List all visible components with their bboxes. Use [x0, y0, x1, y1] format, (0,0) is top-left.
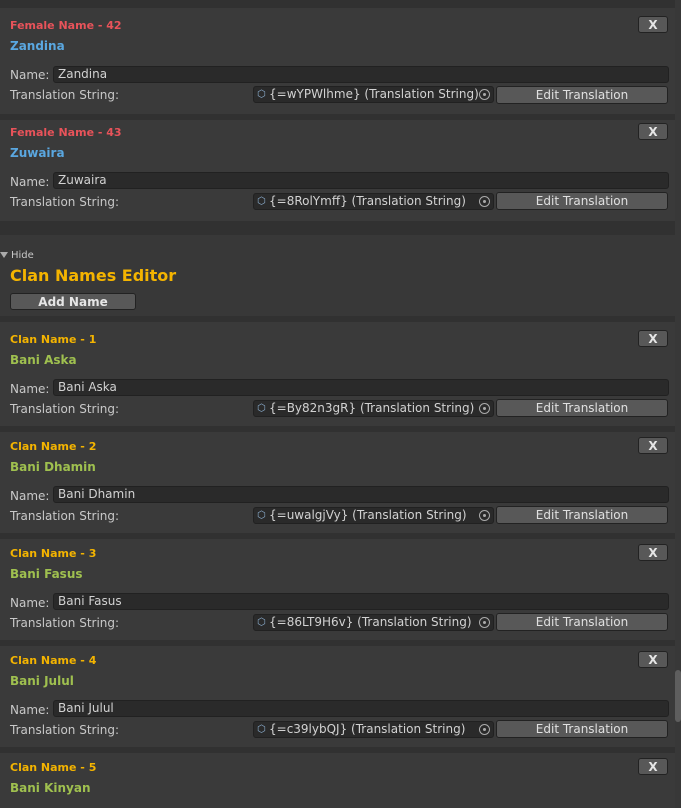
translation-string-field[interactable]: ⬡ {=By82n3gR} (Translation String) — [253, 400, 494, 417]
asset-icon: ⬡ — [257, 617, 266, 628]
name-label: Name: — [10, 175, 50, 189]
edit-translation-button[interactable]: Edit Translation — [496, 86, 668, 104]
translation-string-value: {=86LT9H6v} (Translation String) — [269, 615, 472, 629]
asset-icon: ⬡ — [257, 403, 266, 414]
translation-string-field[interactable]: ⬡ {=c39lybQJ} (Translation String) — [253, 721, 494, 738]
translation-string-value: {=uwalgjVy} (Translation String) — [269, 508, 467, 522]
female-name-entry: Female Name - 42 Zandina X Name: Zandina… — [0, 8, 675, 114]
entry-display-name: Zandina — [10, 39, 65, 53]
add-name-button[interactable]: Add Name — [10, 293, 136, 310]
edit-translation-button[interactable]: Edit Translation — [496, 613, 668, 631]
entry-header: Clan Name - 5 — [10, 761, 97, 774]
edit-translation-button[interactable]: Edit Translation — [496, 506, 668, 524]
clan-name-entry: Clan Name - 4 Bani Julul X Name: Bani Ju… — [0, 646, 675, 747]
name-field[interactable]: Zandina — [53, 66, 669, 83]
editor-panel: Female Name - 42 Zandina X Name: Zandina… — [0, 0, 681, 808]
vertical-scrollbar[interactable] — [675, 670, 681, 722]
name-field[interactable]: Zuwaira — [53, 172, 669, 189]
edit-translation-button[interactable]: Edit Translation — [496, 399, 668, 417]
female-name-entry: Female Name - 43 Zuwaira X Name: Zuwaira… — [0, 120, 675, 221]
translation-string-label: Translation String: — [10, 88, 120, 102]
entry-header: Clan Name - 3 — [10, 547, 97, 560]
entry-display-name: Zuwaira — [10, 146, 65, 160]
entry-display-name: Bani Fasus — [10, 567, 83, 581]
name-label: Name: — [10, 68, 50, 82]
translation-string-field[interactable]: ⬡ {=uwalgjVy} (Translation String) — [253, 507, 494, 524]
hide-foldout[interactable]: Hide — [0, 250, 34, 261]
entry-header: Clan Name - 4 — [10, 654, 97, 667]
asset-icon: ⬡ — [257, 510, 266, 521]
translation-string-value: {=wYPWlhme} (Translation String) — [269, 87, 479, 101]
translation-string-value: {=c39lybQJ} (Translation String) — [269, 722, 466, 736]
object-picker-icon[interactable] — [479, 403, 490, 414]
name-field[interactable]: Bani Fasus — [53, 593, 669, 610]
name-label: Name: — [10, 489, 50, 503]
clan-name-entry: Clan Name - 3 Bani Fasus X Name: Bani Fa… — [0, 539, 675, 640]
section-title: Clan Names Editor — [10, 266, 177, 285]
entry-display-name: Bani Aska — [10, 353, 77, 367]
translation-string-value: {=8RolYmff} (Translation String) — [269, 194, 466, 208]
name-label: Name: — [10, 596, 50, 610]
translation-string-field[interactable]: ⬡ {=86LT9H6v} (Translation String) — [253, 614, 494, 631]
translation-string-field[interactable]: ⬡ {=wYPWlhme} (Translation String) — [253, 86, 494, 103]
entry-header: Female Name - 42 — [10, 19, 122, 32]
hide-label: Hide — [11, 250, 34, 261]
translation-string-label: Translation String: — [10, 402, 120, 416]
name-label: Name: — [10, 382, 50, 396]
clan-name-entry: Clan Name - 1 Bani Aska X Name: Bani Ask… — [0, 322, 675, 426]
edit-translation-button[interactable]: Edit Translation — [496, 192, 668, 210]
remove-entry-button[interactable]: X — [638, 544, 668, 561]
translation-string-value: {=By82n3gR} (Translation String) — [269, 401, 475, 415]
name-label: Name: — [10, 703, 50, 717]
translation-string-label: Translation String: — [10, 509, 120, 523]
edit-translation-button[interactable]: Edit Translation — [496, 720, 668, 738]
remove-entry-button[interactable]: X — [638, 123, 668, 140]
entry-display-name: Bani Julul — [10, 674, 74, 688]
remove-entry-button[interactable]: X — [638, 758, 668, 775]
object-picker-icon[interactable] — [479, 196, 490, 207]
remove-entry-button[interactable]: X — [638, 330, 668, 347]
asset-icon: ⬡ — [257, 89, 266, 100]
translation-string-label: Translation String: — [10, 616, 120, 630]
remove-entry-button[interactable]: X — [638, 16, 668, 33]
object-picker-icon[interactable] — [479, 617, 490, 628]
panel-top-separator — [0, 0, 675, 8]
translation-string-label: Translation String: — [10, 723, 120, 737]
remove-entry-button[interactable]: X — [638, 437, 668, 454]
entry-display-name: Bani Dhamin — [10, 460, 96, 474]
object-picker-icon[interactable] — [479, 510, 490, 521]
translation-string-field[interactable]: ⬡ {=8RolYmff} (Translation String) — [253, 193, 494, 210]
object-picker-icon[interactable] — [479, 724, 490, 735]
name-field[interactable]: Bani Dhamin — [53, 486, 669, 503]
asset-icon: ⬡ — [257, 196, 266, 207]
entry-display-name: Bani Kinyan — [10, 781, 91, 795]
translation-string-label: Translation String: — [10, 195, 120, 209]
section-separator — [0, 221, 675, 235]
asset-icon: ⬡ — [257, 724, 266, 735]
entry-header: Clan Name - 1 — [10, 333, 97, 346]
entry-header: Female Name - 43 — [10, 126, 122, 139]
foldout-arrow-icon — [0, 252, 8, 258]
remove-entry-button[interactable]: X — [638, 651, 668, 668]
entry-header: Clan Name - 2 — [10, 440, 97, 453]
clan-name-entry: Clan Name - 5 Bani Kinyan X — [0, 753, 675, 808]
name-field[interactable]: Bani Julul — [53, 700, 669, 717]
object-picker-icon[interactable] — [479, 89, 490, 100]
clan-name-entry: Clan Name - 2 Bani Dhamin X Name: Bani D… — [0, 432, 675, 533]
name-field[interactable]: Bani Aska — [53, 379, 669, 396]
